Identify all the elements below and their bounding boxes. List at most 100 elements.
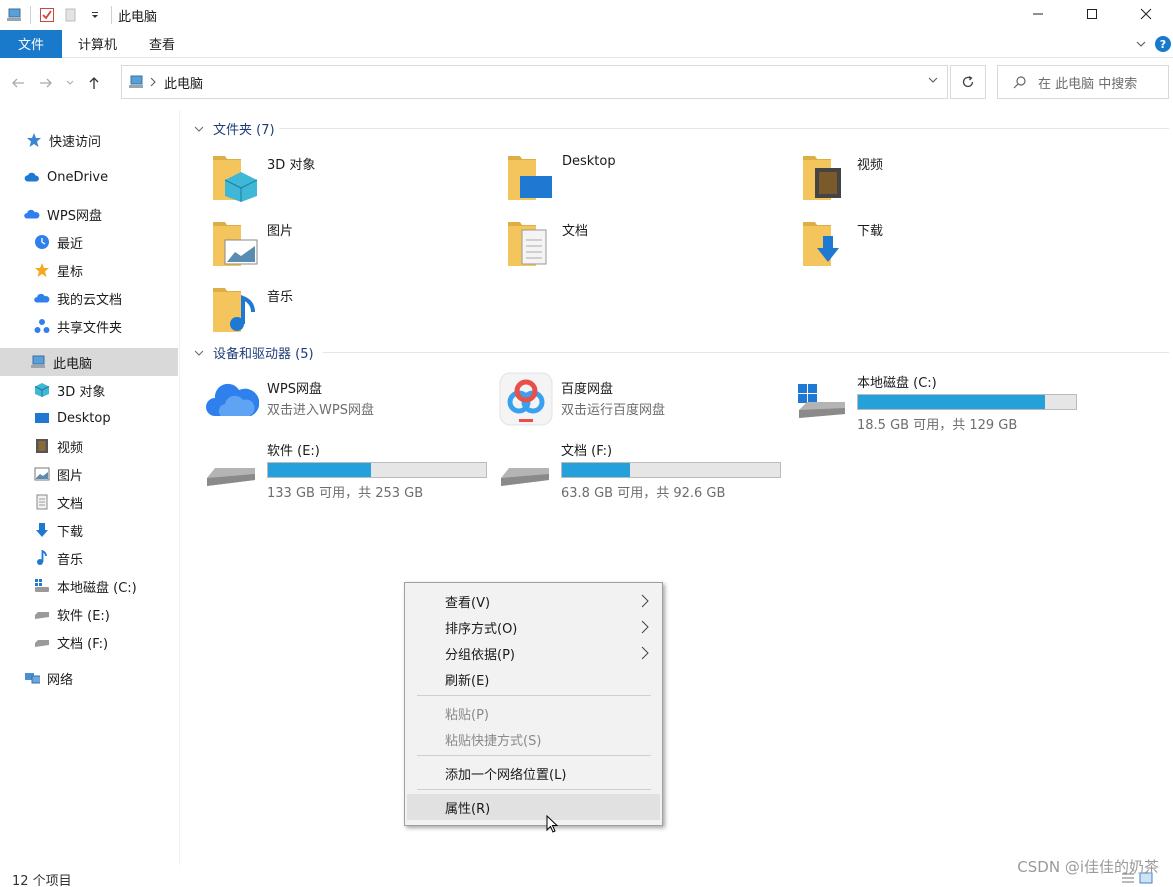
new-folder-icon[interactable] (63, 7, 79, 23)
tab-view[interactable]: 查看 (133, 30, 191, 58)
forward-button[interactable] (32, 68, 60, 98)
search-box[interactable]: 在 此电脑 中搜索 (997, 65, 1169, 99)
sidebar-item-label: OneDrive (47, 169, 109, 185)
menu-item-properties[interactable]: 属性(R) (407, 794, 660, 820)
menu-item-view[interactable]: 查看(V) (407, 588, 660, 614)
sidebar-item-label: 音乐 (57, 552, 84, 568)
folder-item[interactable]: Desktop (506, 152, 616, 206)
sidebar-item-cloud-docs[interactable]: 我的云文档 (34, 284, 122, 312)
customize-dropdown-icon[interactable] (87, 7, 103, 23)
drive-info: 文档 (F:) 63.8 GB 可用，共 92.6 GB (561, 440, 781, 501)
sidebar-item-onedrive[interactable]: OneDrive (24, 163, 108, 191)
properties-check-icon[interactable] (39, 7, 55, 23)
drive-icon (499, 440, 553, 501)
drive-name: WPS网盘 (267, 382, 322, 397)
folder-label: 图片 (267, 224, 294, 239)
submenu-arrow-icon (640, 593, 650, 613)
sidebar-item-label: 本地磁盘 (C:) (57, 580, 137, 596)
sidebar-item-label: 视频 (57, 440, 84, 456)
sidebar-item-this-pc[interactable]: 此电脑 (0, 348, 178, 376)
maximize-button[interactable] (1065, 0, 1119, 28)
folder-label: 下载 (857, 224, 884, 239)
tab-computer[interactable]: 计算机 (62, 30, 133, 58)
breadcrumb-chevron-icon[interactable] (148, 74, 158, 90)
drive-info: WPS网盘 双击进入WPS网盘 (267, 378, 374, 422)
baidu-netdisk-item[interactable]: 百度网盘 双击运行百度网盘 (499, 372, 665, 430)
watermark: CSDN @i佳佳的奶茶 (1017, 858, 1159, 876)
sidebar-item-label: 下载 (57, 524, 84, 540)
tab-file[interactable]: 文件 (0, 29, 62, 58)
search-placeholder: 在 此电脑 中搜索 (1038, 76, 1138, 92)
menu-item-label: 添加一个网络位置(L) (445, 767, 567, 783)
folder-item[interactable]: 图片 (211, 218, 293, 272)
menu-item-paste-shortcut[interactable]: 粘贴快捷方式(S) (407, 726, 660, 752)
sidebar-item-music[interactable]: 音乐 (34, 544, 83, 572)
folder-item[interactable]: 文档 (506, 218, 588, 272)
collapse-chevron-icon (191, 345, 207, 361)
sidebar-item-shared-folder[interactable]: 共享文件夹 (34, 312, 122, 340)
drive-c-item[interactable]: 本地磁盘 (C:) 18.5 GB 可用，共 129 GB (795, 372, 1077, 433)
sidebar-item-desktop[interactable]: Desktop (34, 404, 111, 432)
sidebar-item-label: 图片 (57, 468, 84, 484)
help-button[interactable]: ? (1155, 36, 1171, 52)
folders-group-header[interactable]: 文件夹 (7) (191, 119, 275, 138)
minimize-button[interactable] (1011, 0, 1065, 28)
drive-usage-bar (857, 394, 1077, 410)
drive-subtitle: 双击进入WPS网盘 (267, 403, 374, 418)
cube-icon (34, 382, 50, 398)
folder-item[interactable]: 视频 (801, 152, 883, 206)
drive-usage-fill (562, 463, 630, 477)
sidebar-item-documents[interactable]: 文档 (34, 488, 83, 516)
recent-locations-chevron-icon[interactable] (60, 68, 80, 98)
sidebar-item-recent[interactable]: 最近 (34, 228, 83, 256)
back-button[interactable] (4, 68, 32, 98)
menu-item-paste[interactable]: 粘贴(P) (407, 700, 660, 726)
sidebar-item-label: WPS网盘 (47, 208, 102, 224)
sidebar-item-videos[interactable]: 视频 (34, 432, 83, 460)
star-icon (26, 132, 42, 148)
address-bar[interactable]: 此电脑 (121, 65, 948, 99)
sidebar-item-network[interactable]: 网络 (24, 664, 73, 692)
sidebar-item-drive-f[interactable]: 文档 (F:) (34, 628, 108, 656)
folder-label: Desktop (562, 154, 616, 169)
folder-item[interactable]: 3D 对象 (211, 152, 315, 206)
drive-f-item[interactable]: 文档 (F:) 63.8 GB 可用，共 92.6 GB (499, 440, 781, 501)
sidebar-item-starred[interactable]: 星标 (34, 256, 83, 284)
menu-item-group-by[interactable]: 分组依据(P) (407, 640, 660, 666)
baidu-netdisk-icon (499, 372, 553, 430)
drive-e-item[interactable]: 软件 (E:) 133 GB 可用，共 253 GB (205, 440, 487, 501)
music-icon (34, 550, 50, 566)
sidebar-item-pictures[interactable]: 图片 (34, 460, 83, 488)
sidebar-item-wps-cloud[interactable]: WPS网盘 (24, 200, 102, 228)
breadcrumb-this-pc[interactable]: 此电脑 (164, 73, 203, 92)
devices-group-header[interactable]: 设备和驱动器 (5) (191, 343, 314, 362)
menu-item-add-network-location[interactable]: 添加一个网络位置(L) (407, 760, 660, 786)
sidebar-item-drive-c[interactable]: 本地磁盘 (C:) (34, 572, 137, 600)
wps-cloud-icon (24, 206, 40, 222)
address-dropdown-icon[interactable] (927, 74, 939, 90)
sidebar-item-downloads[interactable]: 下载 (34, 516, 83, 544)
folder-item[interactable]: 音乐 (211, 284, 293, 338)
wps-cloud-drive-item[interactable]: WPS网盘 双击进入WPS网盘 (205, 378, 374, 422)
mouse-cursor-icon (546, 814, 559, 838)
ribbon-tabs: 文件 计算机 查看 ? (0, 29, 1173, 58)
desktop-folder-icon (506, 152, 554, 206)
menu-item-refresh[interactable]: 刷新(E) (407, 666, 660, 692)
sidebar-item-label: 我的云文档 (57, 292, 123, 308)
sidebar-item-3d-objects[interactable]: 3D 对象 (34, 376, 105, 404)
close-button[interactable] (1119, 0, 1173, 28)
refresh-button[interactable] (950, 65, 986, 99)
sidebar-item-label: 共享文件夹 (57, 320, 123, 336)
folder-item[interactable]: 下载 (801, 218, 883, 272)
expand-ribbon-chevron-icon[interactable] (1133, 36, 1149, 52)
collapse-chevron-icon (191, 121, 207, 137)
up-button[interactable] (80, 68, 108, 98)
sidebar-item-drive-e[interactable]: 软件 (E:) (34, 600, 110, 628)
sidebar-item-quick-access[interactable]: 快速访问 (26, 126, 101, 154)
document-icon (34, 494, 50, 510)
drive-subtitle: 133 GB 可用，共 253 GB (267, 486, 424, 501)
menu-item-sort-by[interactable]: 排序方式(O) (407, 614, 660, 640)
drive-name: 文档 (F:) (561, 444, 613, 459)
drive-usage-bar (267, 462, 487, 478)
sidebar-item-label: 最近 (57, 236, 84, 252)
